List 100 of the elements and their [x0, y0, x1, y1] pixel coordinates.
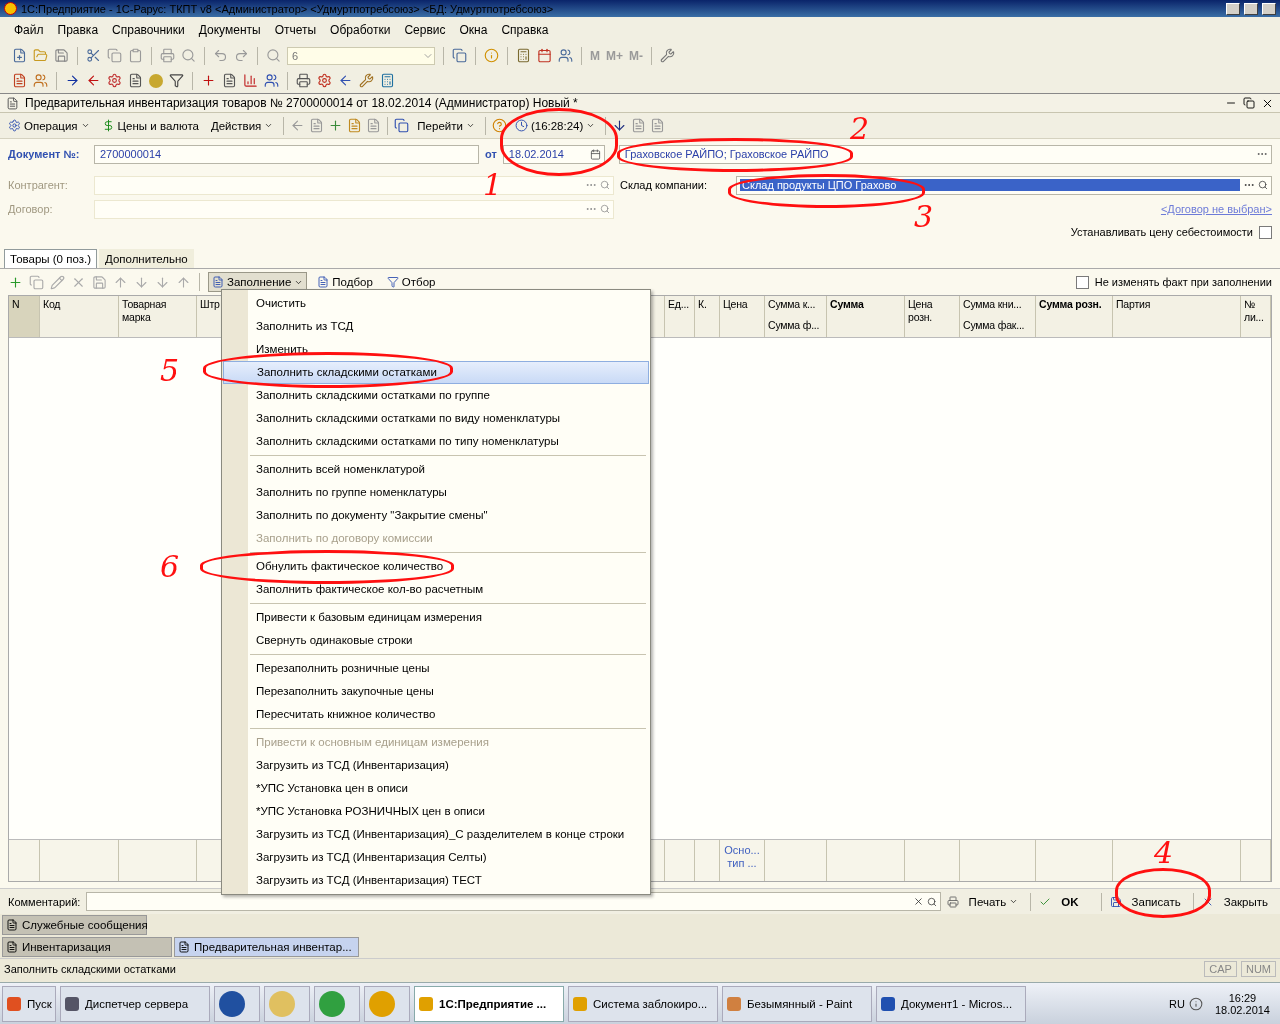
move-down-icon[interactable] [134, 274, 149, 290]
counterparty-field[interactable] [94, 175, 614, 195]
arrow-right-icon[interactable] [65, 73, 80, 88]
menu-item[interactable]: Сервис [404, 23, 446, 37]
plus-icon[interactable] [201, 73, 216, 88]
users-icon[interactable] [264, 73, 279, 88]
preview-icon[interactable] [181, 48, 196, 63]
menu-item[interactable]: *УПС Установка цен в описи [223, 777, 649, 800]
menu-item[interactable]: Пересчитать книжное количество [223, 703, 649, 726]
column-header[interactable]: К. [695, 296, 720, 337]
contract-field[interactable] [94, 199, 614, 219]
help-icon[interactable] [491, 118, 507, 133]
menu-item[interactable]: Загрузить из ТСД (Инвентаризация) ТЕСТ [223, 869, 649, 892]
tab[interactable]: Дополнительно [98, 249, 194, 268]
cut-icon[interactable] [86, 48, 101, 63]
footer-button[interactable]: OK [1057, 891, 1083, 912]
tray-icon[interactable] [1188, 996, 1203, 1011]
minimize-button[interactable] [1226, 2, 1240, 15]
menu-item[interactable]: Перезаполнить закупочные цены [223, 680, 649, 703]
copy-icon[interactable] [29, 274, 44, 290]
date-field[interactable]: 18.02.2014 [502, 144, 605, 164]
menu-item[interactable]: Файл [14, 23, 44, 37]
toolbar-button[interactable]: Отбор [382, 272, 440, 292]
print-icon[interactable] [160, 48, 175, 63]
column-header[interactable]: Ед... [665, 296, 695, 337]
menu-item[interactable]: Перезаполнить розничные цены [223, 657, 649, 680]
toolbar-button[interactable]: Действия [206, 115, 278, 136]
calendar-icon[interactable] [537, 48, 552, 63]
column-header[interactable]: Цена розн. [905, 296, 960, 337]
document-icon[interactable] [128, 73, 143, 88]
sort-ascending-icon[interactable] [155, 274, 170, 290]
toolbar-button[interactable]: Подбор [313, 272, 377, 292]
window-tab[interactable]: Инвентаризация [2, 937, 172, 957]
menu-item[interactable]: Отчеты [274, 23, 317, 37]
filter-icon[interactable] [169, 73, 184, 88]
redo-icon[interactable] [234, 48, 249, 63]
column-header[interactable]: Товарная марка [119, 296, 197, 337]
column-header[interactable]: № ли... [1241, 296, 1271, 337]
toolbar-button[interactable]: Перейти [413, 115, 479, 136]
arrow-down-icon[interactable] [612, 118, 628, 133]
column-header[interactable]: N [9, 296, 40, 337]
search-combo[interactable]: 6 [287, 46, 435, 65]
menu-item[interactable]: Привести к базовым единицам измерения [223, 606, 649, 629]
menu-item[interactable]: Загрузить из ТСД (Инвентаризация) [223, 754, 649, 777]
column-header[interactable]: Цена [720, 296, 765, 337]
printer-icon[interactable] [296, 73, 311, 88]
menu-item[interactable]: Документы [198, 23, 261, 37]
checkbox[interactable] [1075, 275, 1089, 289]
organization-field[interactable]: Граховское РАЙПО; Граховское РАЙПО [618, 144, 1272, 164]
toolbar-button[interactable]: Операция [4, 115, 94, 136]
save-icon[interactable] [92, 274, 107, 290]
menu-item[interactable]: Справочники [112, 23, 185, 37]
menu-item[interactable]: Заполнить складскими остатками по виду номенклатуры [223, 407, 649, 430]
edit-icon[interactable] [50, 274, 65, 290]
coin-icon[interactable] [149, 73, 163, 88]
search-icon[interactable] [266, 48, 281, 63]
checkbox[interactable] [1259, 225, 1272, 239]
column-header[interactable]: Партия [1113, 296, 1241, 337]
search-icon[interactable] [1258, 180, 1268, 190]
window-tab[interactable]: Предварительная инвентар... [174, 937, 359, 957]
info-icon[interactable] [484, 48, 499, 63]
user-icon[interactable] [558, 48, 573, 63]
menu-item[interactable]: Окна [459, 23, 488, 37]
toolbar-button[interactable]: Цены и валюта [97, 115, 203, 136]
menu-item[interactable]: Обнулить фактическое количество [223, 555, 649, 578]
language-indicator[interactable]: RU [1169, 997, 1185, 1010]
tab[interactable]: Товары (0 поз.) [4, 249, 97, 268]
menu-item[interactable]: Заполнить складскими остатками [223, 361, 649, 384]
menu-item[interactable]: *УПС Установка РОЗНИЧНЫХ цен в описи [223, 800, 649, 823]
maximize-button[interactable] [1244, 2, 1258, 15]
add-icon[interactable] [8, 274, 23, 290]
sort-descending-icon[interactable] [176, 274, 191, 290]
search-icon[interactable] [600, 204, 610, 214]
toolbar-button[interactable]: Заполнение [208, 272, 308, 292]
calculator-icon[interactable] [380, 73, 395, 88]
users-icon[interactable] [33, 73, 48, 88]
windows-icon[interactable] [452, 48, 467, 63]
menu-item[interactable]: Заполнить всей номенклатурой [223, 458, 649, 481]
document-icon[interactable] [222, 73, 237, 88]
column-header[interactable]: Сумма кни... Сумма фак... [960, 296, 1036, 337]
chart-icon[interactable] [243, 73, 258, 88]
menu-item[interactable]: Заполнить складскими остатками по группе [223, 384, 649, 407]
gear-icon[interactable] [317, 73, 332, 88]
menu-item[interactable]: Заполнить из ТСД [223, 315, 649, 338]
taskbar-button[interactable]: 1С:Предприятие ... [414, 985, 564, 1022]
service-messages-button[interactable]: Служебные сообщения [2, 915, 147, 935]
menu-item[interactable]: Заполнить по группе номенклатуры [223, 481, 649, 504]
menu-item[interactable]: Изменить [223, 338, 649, 361]
column-header[interactable]: Код [40, 296, 119, 337]
taskbar-button[interactable]: Система заблокиро... [568, 985, 718, 1022]
plus-icon[interactable] [328, 118, 344, 133]
toolbar-button[interactable]: (16:28:24) [510, 115, 600, 136]
menu-item[interactable]: Очистить [223, 292, 649, 315]
footer-button[interactable]: Записать [1127, 891, 1185, 912]
close-button[interactable] [1262, 2, 1276, 15]
clear-icon[interactable] [912, 896, 924, 907]
taskbar-app-button[interactable] [314, 985, 360, 1022]
footer-button[interactable]: Закрыть [1219, 891, 1272, 912]
save-icon[interactable] [54, 48, 69, 63]
menu-item[interactable]: Правка [57, 23, 99, 37]
